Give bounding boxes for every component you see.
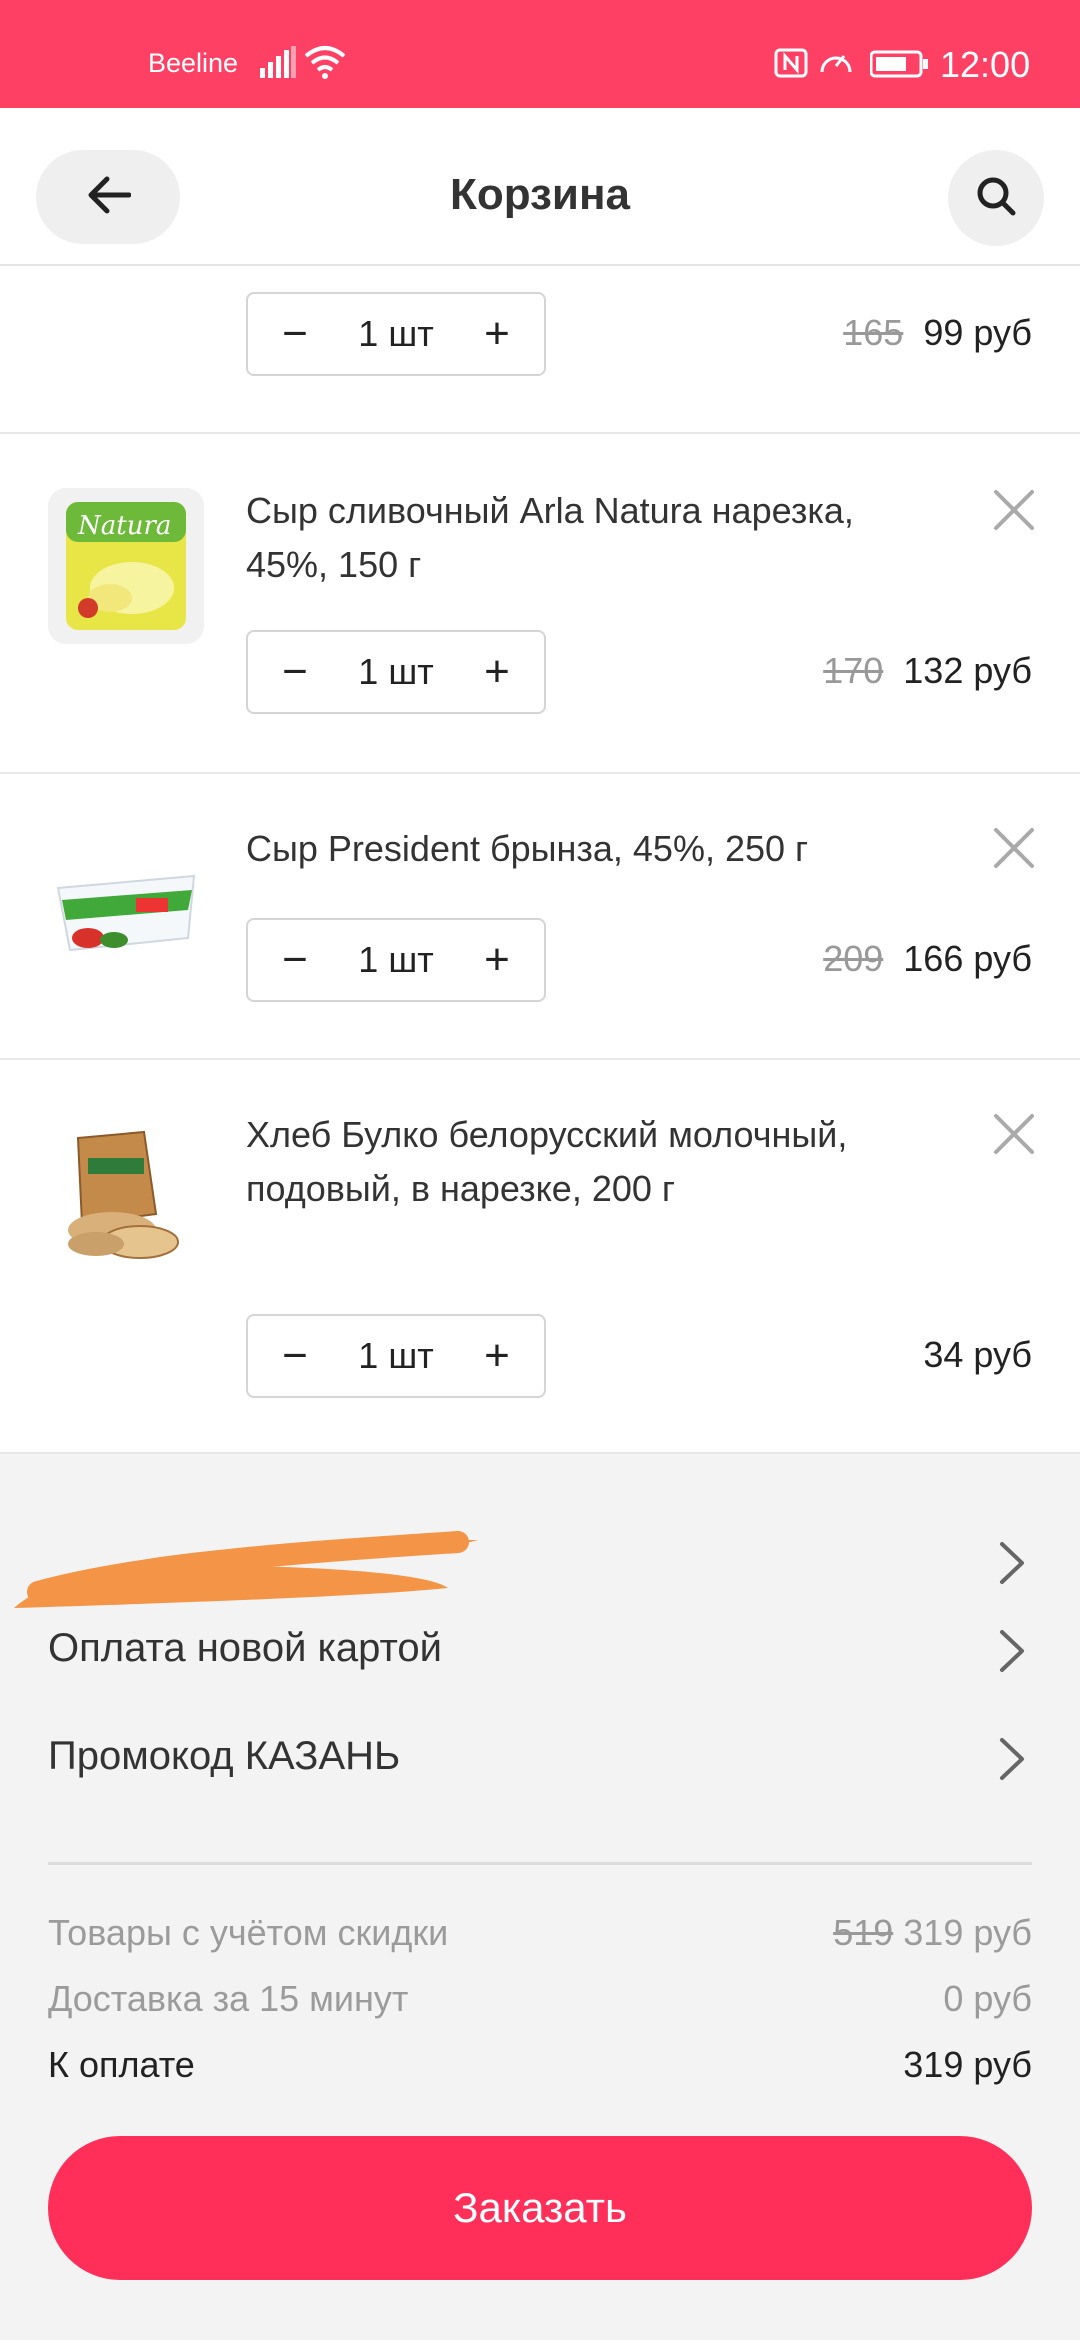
increase-button[interactable]: + <box>476 938 518 982</box>
chevron-right-icon <box>998 1540 1028 1591</box>
payment-method-label: Оплата новой картой <box>48 1626 443 1670</box>
old-price: 165 <box>843 312 904 353</box>
address-row[interactable] <box>0 1514 1080 1610</box>
decrease-button[interactable]: − <box>274 650 316 694</box>
product-name[interactable]: Хлеб Булко белорусский молочный, подовый… <box>246 1108 886 1216</box>
divider <box>48 1862 1032 1865</box>
order-button[interactable]: Заказать <box>48 2136 1032 2280</box>
product-name[interactable]: Сыр сливочный Arla Natura нарезка, 45%, … <box>246 484 886 592</box>
status-bar: Beeline 12:00 <box>0 0 1080 108</box>
chevron-right-icon <box>998 1736 1028 1787</box>
checkout-panel: Оплата новой картой Промокод КАЗАНЬ Това… <box>0 1454 1080 2340</box>
product-image[interactable] <box>48 1118 204 1274</box>
old-price: 209 <box>823 938 884 979</box>
product-image[interactable] <box>48 838 204 994</box>
goods-price: 319 руб <box>903 1912 1032 1953</box>
quantity-value: 1 шт <box>358 313 434 354</box>
cart-item: Сыр President брынза, 45%, 250 г − 1 шт … <box>0 774 1080 1060</box>
goods-summary-row: Товары с учётом скидки 519 319 руб <box>48 1912 1032 1954</box>
current-price: 132 руб <box>903 650 1032 691</box>
current-price: 166 руб <box>903 938 1032 979</box>
carrier-name: Beeline <box>148 48 239 78</box>
promo-code-row[interactable]: Промокод КАЗАНЬ <box>0 1710 1080 1806</box>
quantity-value: 1 шт <box>358 1335 434 1376</box>
goods-old-price: 519 <box>833 1912 894 1953</box>
goods-label: Товары с учётом скидки <box>48 1912 449 1953</box>
page-title: Корзина <box>450 170 630 219</box>
signal-icon <box>260 46 296 83</box>
goods-amount: 519 319 руб <box>833 1912 1032 1954</box>
decrease-button[interactable]: − <box>274 938 316 982</box>
promo-code-label: Промокод КАЗАНЬ <box>48 1734 401 1778</box>
payment-method-row[interactable]: Оплата новой картой <box>0 1602 1080 1698</box>
total-price: 319 руб <box>903 2044 1032 2085</box>
search-button[interactable] <box>948 150 1044 246</box>
delivery-price: 0 руб <box>943 1978 1032 2019</box>
item-price: 170 132 руб <box>823 650 1032 692</box>
cart-item: Хлеб Булко белорусский молочный, подовый… <box>0 1060 1080 1454</box>
cart-item: Natura Сыр сливочный Arla Natura нарезка… <box>0 434 1080 774</box>
item-price: 209 166 руб <box>823 938 1032 980</box>
current-price: 99 руб <box>923 312 1032 353</box>
quantity-stepper: − 1 шт + <box>246 630 546 714</box>
battery-icon <box>869 50 930 83</box>
cart-item: − 1 шт + 165 99 руб <box>0 266 1080 434</box>
speed-icon <box>818 46 854 83</box>
current-price: 34 руб <box>923 1334 1032 1375</box>
quantity-value: 1 шт <box>358 651 434 692</box>
svg-text:Natura: Natura <box>77 511 171 541</box>
cart-list: − 1 шт + 165 99 руб Natura Сыр сливочный… <box>0 266 1080 1454</box>
app-header: Корзина <box>0 108 1080 266</box>
chevron-right-icon <box>998 1628 1028 1679</box>
delivery-label: Доставка за 15 минут <box>48 1978 409 2019</box>
wifi-icon <box>304 44 346 85</box>
close-icon[interactable] <box>990 486 1038 534</box>
clock: 12:00 <box>940 44 1031 85</box>
search-icon <box>975 175 1017 222</box>
close-icon[interactable] <box>990 824 1038 872</box>
decrease-button[interactable]: − <box>274 1334 316 1378</box>
increase-button[interactable]: + <box>476 312 518 356</box>
item-price: 165 99 руб <box>843 312 1032 354</box>
quantity-stepper: − 1 шт + <box>246 918 546 1002</box>
total-label: К оплате <box>48 2044 195 2085</box>
quantity-stepper: − 1 шт + <box>246 1314 546 1398</box>
product-image[interactable]: Natura <box>48 488 204 644</box>
item-price: 34 руб <box>923 1334 1032 1376</box>
nfc-icon <box>774 48 808 83</box>
old-price: 170 <box>823 650 884 691</box>
product-name[interactable]: Сыр President брынза, 45%, 250 г <box>246 822 886 876</box>
quantity-value: 1 шт <box>358 939 434 980</box>
increase-button[interactable]: + <box>476 650 518 694</box>
delivery-summary-row: Доставка за 15 минут 0 руб <box>48 1978 1032 2020</box>
quantity-stepper: − 1 шт + <box>246 292 546 376</box>
total-summary-row: К оплате 319 руб <box>48 2044 1032 2086</box>
decrease-button[interactable]: − <box>274 312 316 356</box>
close-icon[interactable] <box>990 1110 1038 1158</box>
increase-button[interactable]: + <box>476 1334 518 1378</box>
